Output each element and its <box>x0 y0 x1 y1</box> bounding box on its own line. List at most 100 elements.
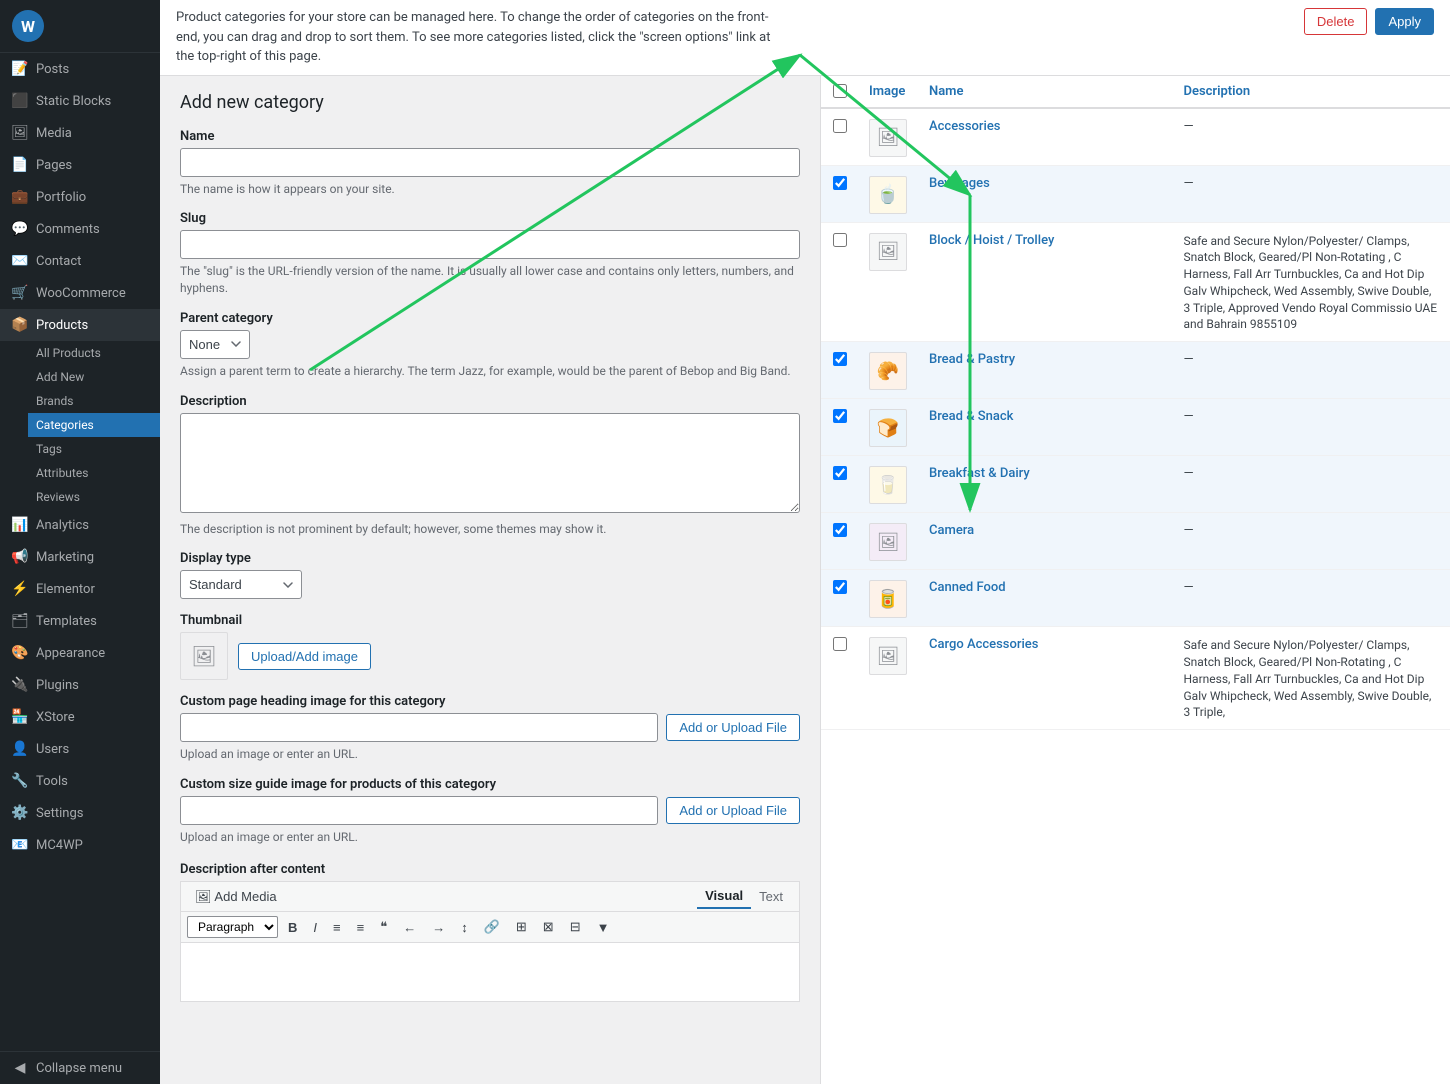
align-right-button[interactable]: ↕ <box>455 916 474 939</box>
category-name[interactable]: Accessories <box>929 119 1000 134</box>
category-name[interactable]: Block / Hoist / Trolley <box>929 233 1054 248</box>
sidebar-item-products[interactable]: 📦 Products <box>0 309 160 341</box>
collapse-menu-btn[interactable]: ◀ Collapse menu <box>0 1052 160 1084</box>
delete-button[interactable]: Delete <box>1304 8 1368 35</box>
sidebar-item-marketing[interactable]: 📢 Marketing <box>0 541 160 573</box>
custom-heading-input[interactable] <box>180 713 658 742</box>
sidebar-item-pages[interactable]: 📄 Pages <box>0 149 160 181</box>
sidebar-item-analytics[interactable]: 📊 Analytics <box>0 509 160 541</box>
add-file-button-2[interactable]: Add or Upload File <box>666 797 800 824</box>
sidebar-item-plugins[interactable]: 🔌 Plugins <box>0 669 160 701</box>
sidebar-item-comments[interactable]: 💬 Comments <box>0 213 160 245</box>
site-logo[interactable]: W <box>0 0 160 53</box>
sidebar-item-tools[interactable]: 🔧 Tools <box>0 765 160 797</box>
table-row: 🍞 Bread & Snack — <box>821 399 1450 456</box>
slug-hint: The "slug" is the URL-friendly version o… <box>180 263 800 297</box>
parent-select[interactable]: None <box>180 330 250 359</box>
ordered-list-button[interactable]: ≡ <box>327 916 347 939</box>
name-input[interactable] <box>180 148 800 177</box>
sidebar-item-add-new[interactable]: Add New <box>28 365 160 389</box>
sidebar-item-users[interactable]: 👤 Users <box>0 733 160 765</box>
row-checkbox[interactable] <box>833 637 847 651</box>
unordered-list-button[interactable]: ≡ <box>351 916 371 939</box>
row-checkbox[interactable] <box>833 523 847 537</box>
submenu-label: Reviews <box>36 490 80 504</box>
italic-button[interactable]: I <box>307 916 323 939</box>
sidebar-item-categories[interactable]: Categories <box>28 413 160 437</box>
sidebar-item-mc4wp[interactable]: 📧 MC4WP <box>0 829 160 861</box>
sidebar-item-brands[interactable]: Brands <box>28 389 160 413</box>
slug-input[interactable] <box>180 230 800 259</box>
sidebar-item-attributes[interactable]: Attributes <box>28 461 160 485</box>
custom-heading-row: Add or Upload File <box>180 713 800 742</box>
tab-text[interactable]: Text <box>751 884 791 909</box>
row-checkbox[interactable] <box>833 176 847 190</box>
top-actions: Delete Apply <box>1304 8 1434 35</box>
display-type-select[interactable]: Standard Products Subcategories Both <box>180 570 302 599</box>
sidebar-item-all-products[interactable]: All Products <box>28 341 160 365</box>
category-name[interactable]: Cargo Accessories <box>929 637 1038 652</box>
category-name[interactable]: Bread & Snack <box>929 409 1013 424</box>
select-all-checkbox[interactable] <box>833 84 847 98</box>
upload-button[interactable]: Upload/Add image <box>238 643 371 670</box>
category-name[interactable]: Beverages <box>929 176 990 191</box>
toolbar-toggle-button[interactable]: ▼ <box>591 916 616 939</box>
blockquote-button[interactable]: ❝ <box>374 915 393 939</box>
more-button[interactable]: ⊟ <box>564 915 587 939</box>
row-checkbox[interactable] <box>833 580 847 594</box>
sidebar-item-templates[interactable]: 🗂 Templates <box>0 605 160 637</box>
add-media-button[interactable]: 🖼 Add Media <box>189 885 283 909</box>
sidebar-item-label: Tools <box>36 774 68 789</box>
add-media-icon: 🖼 <box>195 889 212 904</box>
table-row: 🥐 Bread & Pastry — <box>821 342 1450 399</box>
apply-button[interactable]: Apply <box>1375 8 1434 35</box>
link-button[interactable]: 🔗 <box>478 915 506 939</box>
sidebar-item-appearance[interactable]: 🎨 Appearance <box>0 637 160 669</box>
category-name[interactable]: Canned Food <box>929 580 1006 595</box>
sidebar-item-media[interactable]: 🖼 Media <box>0 117 160 149</box>
format-select[interactable]: Paragraph <box>187 916 278 938</box>
collapse-icon: ◀ <box>12 1060 28 1076</box>
category-name[interactable]: Camera <box>929 523 974 538</box>
sidebar-item-settings[interactable]: ⚙️ Settings <box>0 797 160 829</box>
display-type-label: Display type <box>180 551 800 566</box>
category-desc: Safe and Secure Nylon/Polyester/ Clamps,… <box>1184 637 1439 721</box>
sidebar-item-xstore[interactable]: 🏪 XStore <box>0 701 160 733</box>
row-checkbox[interactable] <box>833 233 847 247</box>
sidebar-item-portfolio[interactable]: 💼 Portfolio <box>0 181 160 213</box>
sidebar-item-static-blocks[interactable]: ⬛ Static Blocks <box>0 85 160 117</box>
sidebar-item-woocommerce[interactable]: 🛒 WooCommerce <box>0 277 160 309</box>
table-header: Image Name Description <box>821 76 1450 109</box>
sidebar-item-tags[interactable]: Tags <box>28 437 160 461</box>
remove-format-button[interactable]: ⊠ <box>537 915 560 939</box>
row-desc-cell: — <box>1184 464 1439 481</box>
category-name[interactable]: Bread & Pastry <box>929 352 1015 367</box>
editor-area[interactable] <box>180 942 800 1002</box>
thumb-placeholder-icon: 🖼 <box>877 646 900 667</box>
description-group: Description The description is not promi… <box>180 394 800 538</box>
category-desc: Safe and Secure Nylon/Polyester/ Clamps,… <box>1184 233 1439 334</box>
description-textarea[interactable] <box>180 413 800 513</box>
row-desc-cell: Safe and Secure Nylon/Polyester/ Clamps,… <box>1184 635 1439 721</box>
custom-heading-label: Custom page heading image for this categ… <box>180 694 800 709</box>
category-name[interactable]: Breakfast & Dairy <box>929 466 1030 481</box>
row-checkbox[interactable] <box>833 119 847 133</box>
add-file-button-1[interactable]: Add or Upload File <box>666 714 800 741</box>
sidebar-item-elementor[interactable]: ⚡ Elementor <box>0 573 160 605</box>
align-left-button[interactable]: ← <box>397 916 422 939</box>
submenu-label: Tags <box>36 442 62 456</box>
row-checkbox[interactable] <box>833 466 847 480</box>
plugins-icon: 🔌 <box>12 677 28 693</box>
sidebar-item-reviews[interactable]: Reviews <box>28 485 160 509</box>
row-checkbox[interactable] <box>833 352 847 366</box>
select-all-cell <box>833 84 869 98</box>
align-center-button[interactable]: → <box>426 916 451 939</box>
row-checkbox[interactable] <box>833 409 847 423</box>
bold-button[interactable]: B <box>282 916 303 939</box>
row-image-cell: 🥛 <box>869 464 929 504</box>
custom-size-input[interactable] <box>180 796 658 825</box>
sidebar-item-posts[interactable]: 📝 Posts <box>0 53 160 85</box>
sidebar-item-contact[interactable]: ✉️ Contact <box>0 245 160 277</box>
insert-table-button[interactable]: ⊞ <box>510 915 533 939</box>
tab-visual[interactable]: Visual <box>697 884 751 909</box>
